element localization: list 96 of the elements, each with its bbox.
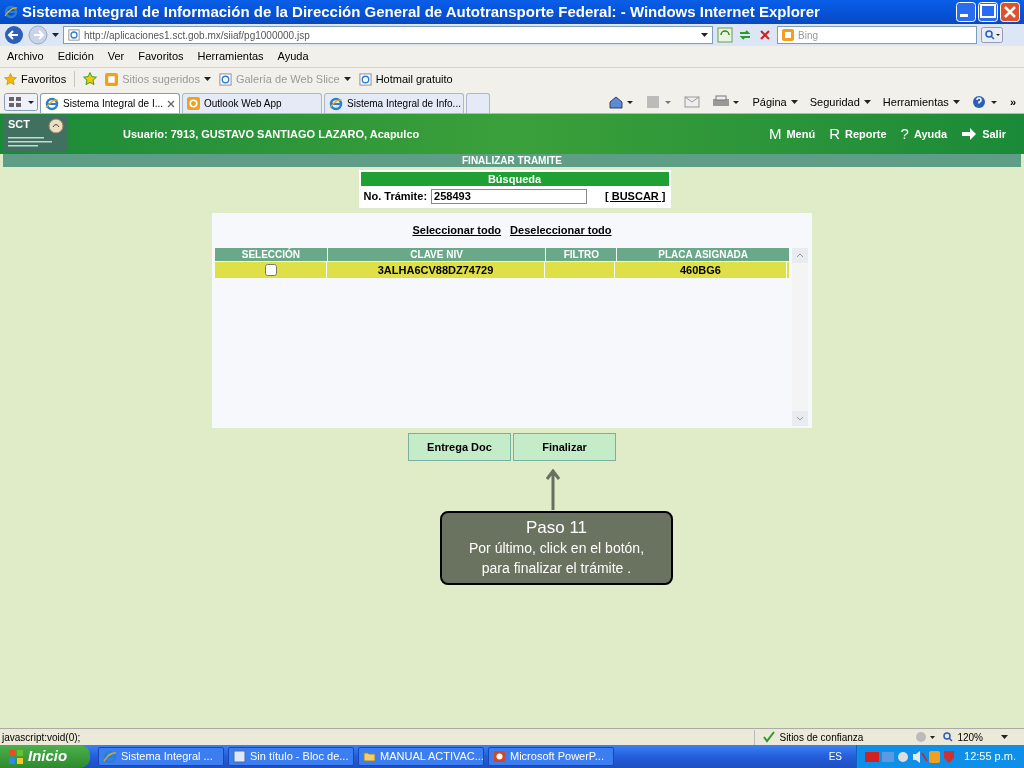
taskbar-button[interactable]: Sistema Integral ... [98,747,224,766]
search-button[interactable] [981,27,1003,43]
menu-item[interactable]: Archivo [7,48,44,65]
callout-text: para finalizar el trámite . [481,559,632,578]
ie-logo-icon [103,749,117,764]
emblem-icon [48,118,64,134]
caret-icon [701,33,708,37]
buscar-link[interactable]: [ BUSCAR ] [605,187,666,205]
compatibility-icon[interactable] [717,27,733,43]
arrow-right-icon [961,127,978,141]
action-button[interactable]: Finalizar [513,433,616,461]
column-header: CLAVE NIV [327,247,546,261]
security-zone: Sitios de confianza [779,730,864,745]
overflow-chevron[interactable]: » [1009,93,1016,111]
menu-item[interactable]: Ver [107,48,125,65]
nav-link[interactable]: Salir [961,125,1006,143]
menu-item[interactable]: Herramientas [197,48,264,65]
logo-text: SCT [8,118,30,130]
browser-tab[interactable]: Sistema Integral de Info... [324,93,464,113]
column-header: FILTRO [546,247,617,261]
caret-icon [1001,735,1008,739]
notepad-icon [233,750,246,763]
column-header: SELECCIÓN [215,247,327,261]
quick-tabs-button[interactable] [4,93,38,111]
maximize-button[interactable] [978,2,998,22]
search-field[interactable]: Bing [777,26,977,44]
table-cell: 3ALHA6CV88DZ74729 [327,261,545,278]
command-menu[interactable]: Página [752,93,798,111]
scrollbar[interactable] [792,247,808,426]
scroll-down-button[interactable] [792,410,808,426]
favorites-button[interactable]: Favoritos [4,70,67,88]
browser-tab[interactable]: Outlook Web App [182,93,322,113]
callout-text: Por último, click en el botón, [468,539,645,558]
browser-tab[interactable]: Sistema Integral de I... [40,93,180,113]
page-icon [68,29,80,41]
menu-item[interactable]: Edición [57,48,94,65]
search-provider-icon [782,29,794,41]
window-title: Sistema Integral de Información de la Dirección General de Autotransporte Federal: - Windows Internet Explorer [22,1,821,22]
page-icon [218,72,232,86]
zoom-button[interactable]: 120% [943,729,1008,745]
close-button[interactable] [1000,2,1020,22]
check-icon [763,731,776,743]
scroll-up-button[interactable] [792,247,808,263]
table-row[interactable]: 3ALHA6CV88DZ74729 460BG6 [215,261,789,278]
slides-icon [493,750,506,763]
close-tab-icon[interactable] [167,99,175,108]
status-text: javascript:void(0); [0,730,82,745]
help-button[interactable] [971,95,998,109]
taskbar-button[interactable]: Sin título - Bloc de... [228,747,354,766]
ie-logo-icon [45,96,59,111]
callout-title: Paso 11 [525,518,588,538]
windows-logo-icon [8,748,24,765]
ie-logo-icon [329,96,343,111]
folder-icon [363,750,376,763]
field-label: No. Trámite: [363,188,428,204]
menu-item[interactable]: Favoritos [138,48,184,65]
column-header: PLACA ASIGNADA [617,247,789,261]
menu-item[interactable]: Ayuda [277,48,309,65]
row-checkbox[interactable] [264,263,277,276]
ie-logo-icon [4,5,18,19]
minimize-button[interactable] [956,2,976,22]
zoom-icon [943,732,954,742]
url-text: http://aplicaciones1.sct.gob.mx/siiaf/pg1000000.jsp [84,28,311,43]
panel-title: Búsqueda [360,172,669,186]
caret-icon [790,100,798,104]
command-menu[interactable]: Seguridad [809,93,871,111]
user-info: Usuario: 7913, GUSTAVO SANTIAGO LAZARO, Acapulco [123,126,421,142]
home-button[interactable] [608,95,635,109]
caret-icon [952,100,960,104]
address-field[interactable]: http://aplicaciones1.sct.gob.mx/siiaf/pg1000000.jsp [63,26,713,44]
print-button[interactable] [712,95,741,109]
nav-link[interactable]: M Menú [768,122,816,146]
search-input[interactable]: Bing [798,27,972,43]
select-link[interactable]: Deseleccionar todo [510,222,612,239]
action-button[interactable]: Entrega Doc [408,433,511,461]
table-cell: 460BG6 [615,261,787,278]
command-menu[interactable]: Herramientas [882,93,960,111]
caret-icon [863,100,871,104]
nav-link[interactable]: R Reporte [829,122,887,146]
favorites-link[interactable]: Hotmail gratuito [358,70,453,88]
caret-icon[interactable] [52,33,59,37]
language-indicator[interactable]: ES [828,749,842,764]
page-icon [358,72,372,86]
nav-link[interactable]: ? Ayuda [900,122,948,146]
taskbar-button[interactable]: MANUAL ACTIVAC... [358,747,484,766]
page-icon [105,72,119,86]
ie-logo-icon [187,97,200,110]
add-favorite-icon[interactable] [83,72,98,86]
back-button[interactable] [4,25,24,45]
star-icon [4,72,17,86]
select-link[interactable]: Seleccionar todo [412,222,502,239]
clock: 12:55 p.m. [964,749,1016,765]
protected-mode-button[interactable] [915,731,938,743]
tramite-input[interactable]: 258493 [431,188,588,204]
taskbar-button[interactable]: Microsoft PowerP... [488,747,614,766]
section-title: FINALIZAR TRAMITE [462,154,562,167]
